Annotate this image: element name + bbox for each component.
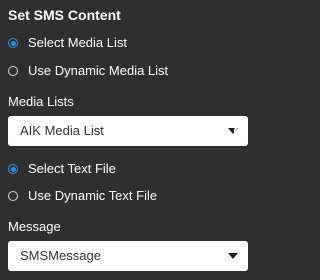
radio-select-text-file[interactable]: Select Text File xyxy=(8,160,116,178)
radio-label: Select Media List xyxy=(28,35,127,50)
message-label: Message xyxy=(8,219,61,234)
refresh-icon[interactable] xyxy=(230,121,250,141)
radio-label: Use Dynamic Text File xyxy=(28,188,158,203)
media-list-selected-value: AIK Media List xyxy=(20,123,104,138)
message-selected-value: SMSMessage xyxy=(20,248,101,263)
sms-content-panel: Set SMS Content Select Media List Use Dy… xyxy=(0,0,260,280)
panel-title: Set SMS Content xyxy=(8,7,121,23)
radio-button[interactable] xyxy=(8,191,18,201)
radio-label: Use Dynamic Media List xyxy=(28,63,169,78)
media-lists-label: Media Lists xyxy=(8,94,74,109)
media-list-select[interactable]: AIK Media List xyxy=(8,116,248,146)
radio-select-media-list[interactable]: Select Media List xyxy=(8,34,127,52)
radio-button-selected[interactable] xyxy=(8,164,18,174)
chevron-down-icon xyxy=(228,253,238,259)
radio-label: Select Text File xyxy=(28,161,116,176)
radio-button-selected[interactable] xyxy=(8,38,18,48)
message-select[interactable]: SMSMessage xyxy=(8,241,248,271)
radio-use-dynamic-text-file[interactable]: Use Dynamic Text File xyxy=(8,187,157,205)
radio-button[interactable] xyxy=(8,66,18,76)
radio-use-dynamic-media-list[interactable]: Use Dynamic Media List xyxy=(8,62,168,80)
